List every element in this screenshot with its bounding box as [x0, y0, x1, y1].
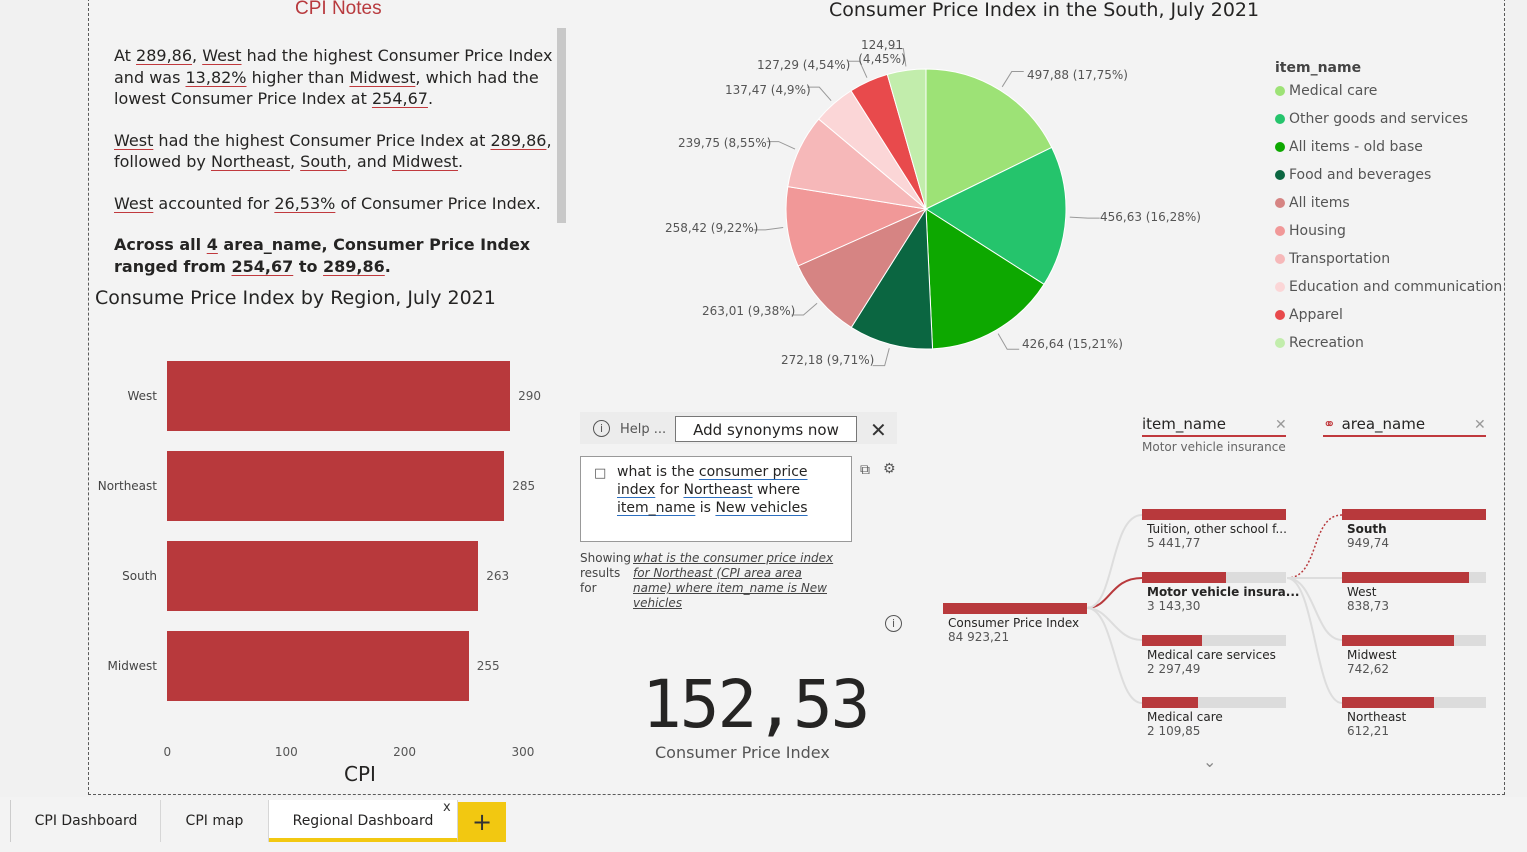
- dt-node-bar[interactable]: [1142, 697, 1199, 708]
- tab-divider: [10, 800, 11, 842]
- dt-root-label: Consumer Price Index: [948, 616, 1080, 630]
- dt-node-value: 5 441,77: [1147, 536, 1201, 550]
- dt-node-value: 949,74: [1347, 536, 1389, 550]
- close-tab-icon[interactable]: x: [443, 800, 451, 815]
- dt-node-bar[interactable]: [1142, 635, 1203, 646]
- dt-node-bar[interactable]: [1142, 509, 1286, 520]
- dt-node-bar[interactable]: [1342, 572, 1469, 583]
- tab-cpi-map[interactable]: CPI map: [161, 800, 269, 842]
- dt-connectors: [1086, 514, 1343, 704]
- dt-node-value: 2 297,49: [1147, 662, 1201, 676]
- dt-node-bar[interactable]: [1142, 572, 1226, 583]
- dt-node-bar[interactable]: [1342, 509, 1486, 520]
- dt-node-label: South: [1347, 522, 1387, 536]
- tab-label: Regional Dashboard: [292, 813, 434, 829]
- dt-node-label: West: [1347, 585, 1377, 599]
- dt-node-label: Northeast: [1347, 710, 1407, 724]
- dt-node-bar[interactable]: [1342, 697, 1435, 708]
- dt-node-value: 742,62: [1347, 662, 1389, 676]
- dt-node-bar[interactable]: [1342, 635, 1455, 646]
- dt-node-label: Motor vehicle insura...: [1147, 585, 1300, 599]
- add-page-button[interactable]: +: [458, 802, 506, 842]
- dt-node-value: 3 143,30: [1147, 599, 1201, 613]
- dt-node-label: Tuition, other school f...: [1147, 522, 1287, 536]
- info-icon[interactable]: i: [885, 615, 902, 632]
- tab-regional-dashboard[interactable]: Regional Dashboard: [269, 800, 458, 842]
- dt-node-value: 2 109,85: [1147, 724, 1201, 738]
- dt-node-value: 612,21: [1347, 724, 1389, 738]
- dt-node-value: 838,73: [1347, 599, 1389, 613]
- dt-root-value: 84 923,21: [948, 630, 1010, 644]
- dt-node-label: Midwest: [1347, 648, 1397, 662]
- dt-root-bar[interactable]: [943, 603, 1087, 614]
- dt-node-label: Medical care: [1147, 710, 1223, 724]
- tab-cpi-dashboard[interactable]: CPI Dashboard: [12, 800, 161, 842]
- dt-node-label: Medical care services: [1147, 648, 1276, 662]
- chevron-down-icon[interactable]: ⌄: [1203, 752, 1216, 771]
